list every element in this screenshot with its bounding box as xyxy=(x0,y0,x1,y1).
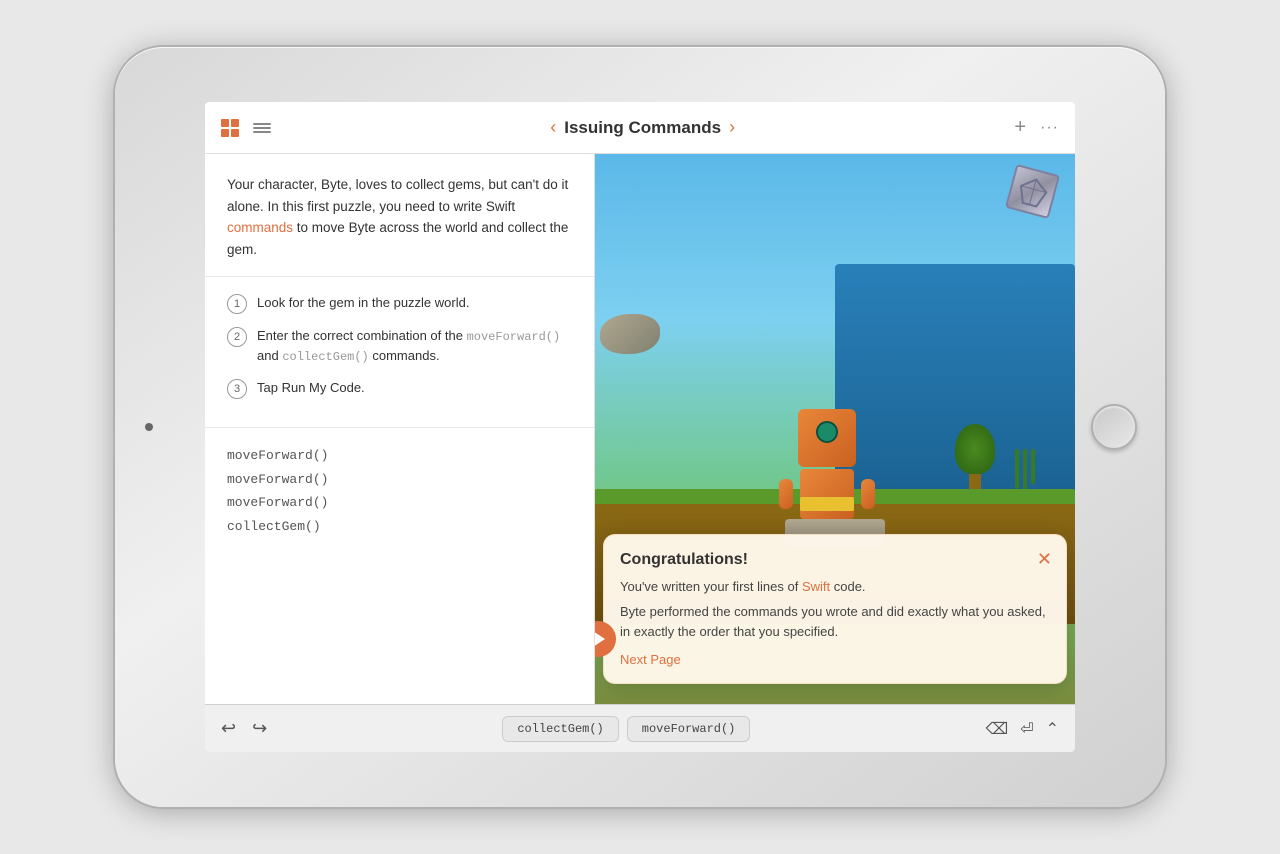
next-arrow[interactable]: › xyxy=(729,117,735,138)
char-arm-right xyxy=(861,479,875,509)
ipad-frame: ‹ Issuing Commands › + ··· Your characte… xyxy=(115,47,1165,807)
prev-arrow[interactable]: ‹ xyxy=(550,117,556,138)
close-button[interactable]: ✕ xyxy=(1037,549,1052,570)
gem-symbol xyxy=(1014,173,1051,210)
main-content: Your character, Byte, loves to collect g… xyxy=(205,154,1075,704)
char-arm-left xyxy=(779,479,793,509)
home-button[interactable] xyxy=(1091,404,1137,450)
tree-top xyxy=(955,424,995,474)
code-area[interactable]: moveForward() moveForward() moveForward(… xyxy=(205,428,594,704)
toolbar-icons-left xyxy=(221,119,271,137)
nav-section: ‹ Issuing Commands › xyxy=(283,117,1002,138)
redo-button[interactable]: ↪ xyxy=(252,718,267,739)
game-panel: ✕ Congratulations! You've written your f… xyxy=(595,154,1075,704)
step-2-code2: collectGem() xyxy=(282,350,368,364)
char-body xyxy=(800,469,854,519)
char-belt xyxy=(800,497,854,511)
instructions-area: Your character, Byte, loves to collect g… xyxy=(205,154,594,277)
code-line-4: collectGem() xyxy=(227,515,572,538)
instructions-text: Your character, Byte, loves to collect g… xyxy=(227,174,572,260)
code-line-3: moveForward() xyxy=(227,491,572,514)
play-button[interactable] xyxy=(595,621,616,657)
code-buttons: collectGem() moveForward() xyxy=(279,716,973,742)
step-1-number: 1 xyxy=(227,294,247,314)
camera-dot xyxy=(145,423,153,431)
undo-button[interactable]: ↩ xyxy=(221,718,236,739)
bottom-toolbar: ↩ ↪ collectGem() moveForward() ⌫ ⏎ ⌃ xyxy=(205,704,1075,752)
step-3-number: 3 xyxy=(227,379,247,399)
backspace-button[interactable]: ⌫ xyxy=(986,719,1009,739)
step-1: 1 Look for the gem in the puzzle world. xyxy=(227,293,572,314)
character-byte xyxy=(787,409,867,549)
bottom-left-icons: ↩ ↪ xyxy=(221,718,267,739)
step-3: 3 Tap Run My Code. xyxy=(227,378,572,399)
step-2-number: 2 xyxy=(227,327,247,347)
page-title: Issuing Commands xyxy=(564,118,721,138)
rock-1 xyxy=(600,314,660,354)
play-triangle-icon xyxy=(595,631,605,647)
app-toolbar: ‹ Issuing Commands › + ··· xyxy=(205,102,1075,154)
add-icon[interactable]: + xyxy=(1014,116,1026,139)
swift-highlight: Swift xyxy=(802,579,830,594)
list-icon[interactable] xyxy=(253,119,271,137)
congrats-popup: ✕ Congratulations! You've written your f… xyxy=(603,534,1067,685)
step-2-code1: moveForward() xyxy=(467,330,561,344)
grid-icon[interactable] xyxy=(221,119,239,137)
step-3-text: Tap Run My Code. xyxy=(257,378,365,398)
next-page-link[interactable]: Next Page xyxy=(620,652,681,667)
char-head xyxy=(798,409,856,467)
commands-highlight: commands xyxy=(227,220,293,235)
congrats-text-2: Byte performed the commands you wrote an… xyxy=(620,602,1050,641)
steps-area: 1 Look for the gem in the puzzle world. … xyxy=(205,277,594,428)
step-1-text: Look for the gem in the puzzle world. xyxy=(257,293,469,313)
char-eye xyxy=(816,421,838,443)
ipad-screen: ‹ Issuing Commands › + ··· Your characte… xyxy=(205,102,1075,752)
keyboard-icons: ⌫ ⏎ ⌃ xyxy=(986,719,1059,739)
collect-gem-button[interactable]: collectGem() xyxy=(502,716,618,742)
congrats-text-1: You've written your first lines of Swift… xyxy=(620,577,1050,597)
keyboard-dismiss-button[interactable]: ⌃ xyxy=(1046,719,1059,739)
left-panel: Your character, Byte, loves to collect g… xyxy=(205,154,595,704)
step-2: 2 Enter the correct combination of the m… xyxy=(227,326,572,366)
more-options-icon[interactable]: ··· xyxy=(1040,119,1059,137)
code-line-1: moveForward() xyxy=(227,444,572,467)
return-button[interactable]: ⏎ xyxy=(1020,719,1033,739)
step-2-text: Enter the correct combination of the mov… xyxy=(257,326,572,366)
code-line-2: moveForward() xyxy=(227,468,572,491)
plant-3 xyxy=(1031,449,1035,484)
plant-1 xyxy=(1015,449,1019,489)
toolbar-icons-right: + ··· xyxy=(1014,116,1059,139)
congrats-title: Congratulations! xyxy=(620,551,1050,569)
move-forward-button[interactable]: moveForward() xyxy=(627,716,751,742)
